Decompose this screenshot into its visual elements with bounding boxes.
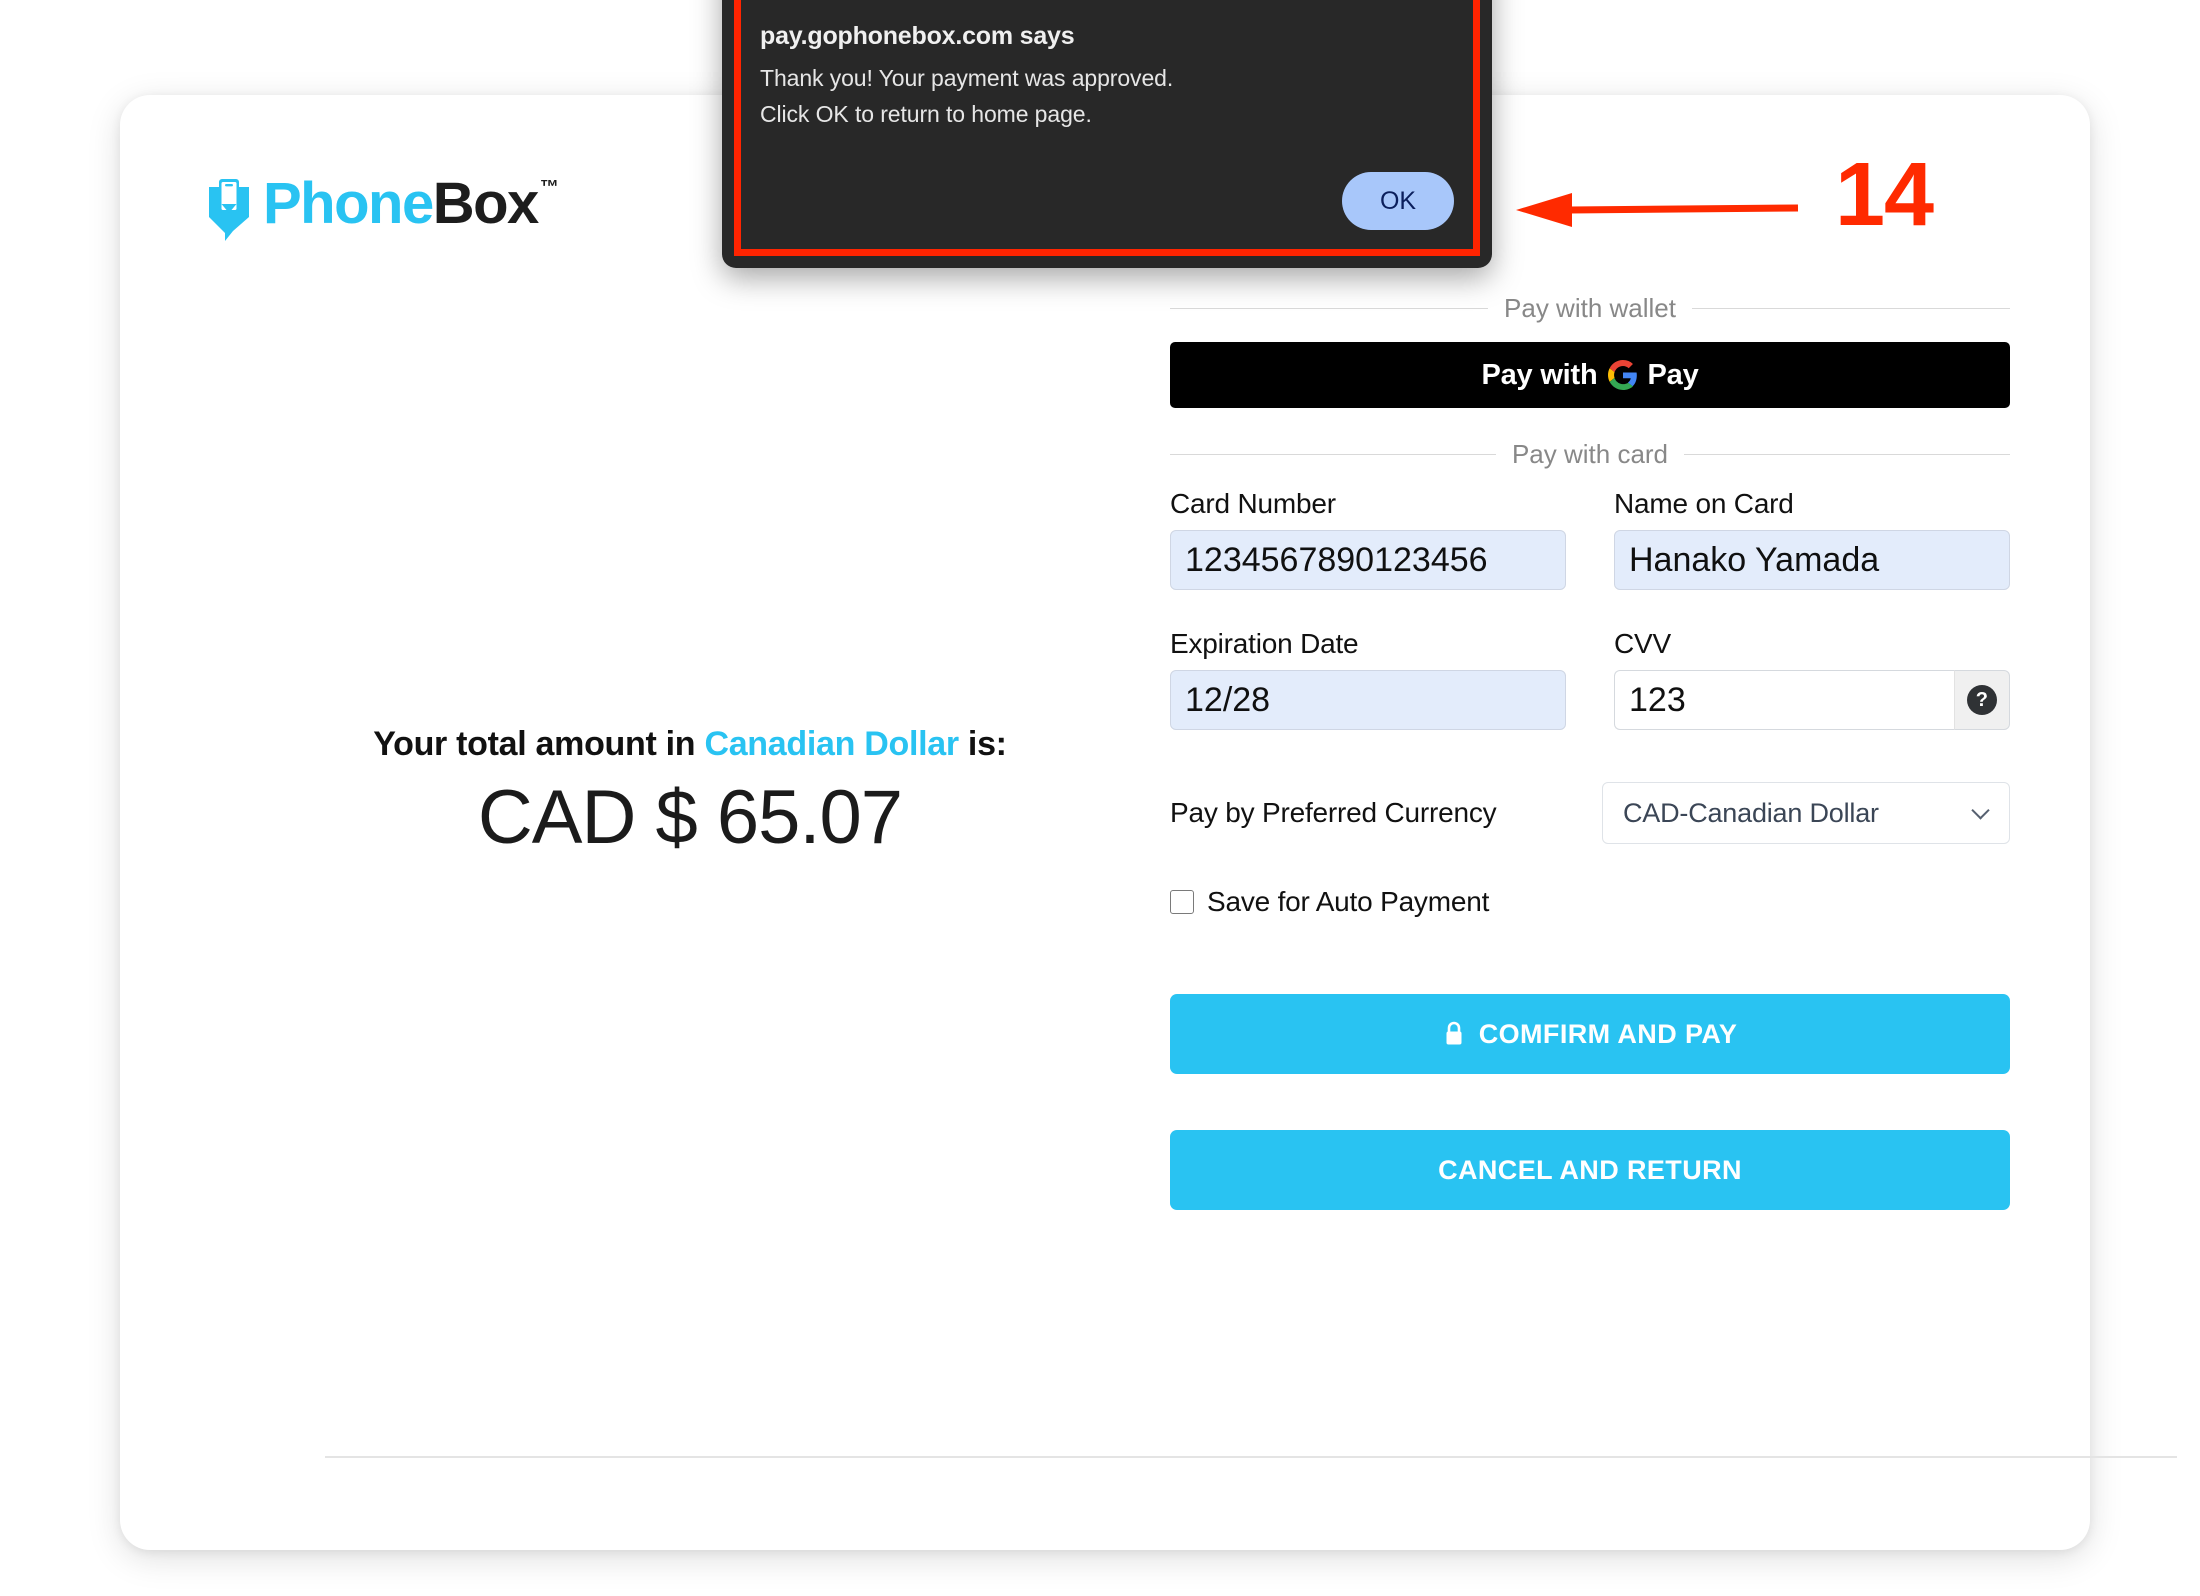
cvv-input[interactable] (1614, 670, 1954, 730)
left-arrow-icon (1516, 193, 1799, 227)
chevron-down-icon (1971, 801, 1990, 820)
total-amount-block: Your total amount in Canadian Dollar is:… (240, 725, 1140, 861)
name-on-card-input[interactable] (1614, 530, 2010, 590)
expiration-label: Expiration Date (1170, 628, 1359, 659)
dialog-message-line-2: Click OK to return to home page. (760, 101, 1092, 127)
total-amount-value: CAD $ 65.07 (477, 775, 903, 860)
wallet-separator-label: Pay with wallet (1488, 293, 1692, 323)
payment-form: Pay with wallet Pay with Pay Pay with ca… (1170, 290, 2010, 1210)
phone-in-speech-bubble-icon (209, 179, 249, 241)
confirm-and-pay-label: COMFIRM AND PAY (1478, 1018, 1738, 1049)
total-prefix: Your total amount in (373, 725, 705, 763)
total-amount-sentence: Your total amount in Canadian Dollar is: (240, 725, 1140, 764)
cvv-help-button[interactable]: ? (1953, 670, 2010, 730)
dialog-message: Thank you! Your payment was approved. Cl… (760, 60, 1173, 132)
logo-wordmark: PhoneBox ™ (263, 171, 559, 249)
dialog-ok-button[interactable]: OK (1342, 172, 1454, 230)
gpay-suffix-label: Pay (1647, 358, 1699, 391)
google-pay-button[interactable]: Pay with Pay (1170, 342, 2010, 408)
name-on-card-field: Name on Card (1614, 488, 2010, 590)
footer-divider (325, 1456, 2177, 1458)
browser-alert-dialog: pay.gophonebox.com says Thank you! Your … (722, 0, 1492, 268)
card-number-field: Card Number (1170, 488, 1566, 590)
card-section-separator: Pay with card (1170, 436, 2010, 472)
google-g-icon (1607, 360, 1637, 390)
expiration-field: Expiration Date (1170, 628, 1566, 730)
preferred-currency-select[interactable]: CAD-Canadian Dollar (1602, 782, 2010, 844)
phonebox-logo[interactable]: PhoneBox ™ (205, 173, 559, 243)
save-auto-payment-label: Save for Auto Payment (1207, 886, 1490, 917)
confirm-and-pay-button[interactable]: COMFIRM AND PAY (1170, 994, 2010, 1074)
expiry-cvv-row: Expiration Date CVV ? (1170, 628, 2010, 730)
card-number-label: Card Number (1170, 488, 1336, 519)
wallet-section-separator: Pay with wallet (1170, 290, 2010, 326)
question-mark-icon: ? (1966, 685, 1997, 715)
cvv-label: CVV (1614, 628, 1671, 659)
dialog-message-line-1: Thank you! Your payment was approved. (760, 65, 1174, 91)
cvv-field: CVV ? (1614, 628, 2010, 730)
preferred-currency-value: CAD-Canadian Dollar (1623, 797, 1879, 828)
expiration-input[interactable] (1170, 670, 1566, 730)
preferred-currency-row: Pay by Preferred Currency CAD-Canadian D… (1170, 782, 2010, 844)
dialog-title: pay.gophonebox.com says (760, 22, 1075, 50)
cvv-input-group: ? (1614, 670, 2010, 730)
logo-trademark: ™ (539, 177, 559, 198)
card-number-input[interactable] (1170, 530, 1566, 590)
save-auto-payment-row: Save for Auto Payment (1170, 886, 2010, 918)
cancel-and-return-button[interactable]: CANCEL AND RETURN (1170, 1130, 2010, 1210)
cancel-and-return-label: CANCEL AND RETURN (1438, 1154, 1742, 1185)
logo-text-phone: Phone (263, 171, 434, 236)
preferred-currency-label: Pay by Preferred Currency (1170, 797, 1497, 828)
screenshot-root: PhoneBox ™ Your total amount in Canadian … (0, 0, 2200, 1596)
lock-icon (1446, 1021, 1462, 1045)
logo-text-box: Box (432, 171, 540, 236)
card-identity-row: Card Number Name on Card (1170, 488, 2010, 590)
total-suffix: is: (958, 725, 1007, 763)
name-on-card-label: Name on Card (1614, 488, 1794, 519)
total-currency-name: Canadian Dollar (704, 725, 959, 763)
save-auto-payment-checkbox[interactable] (1170, 890, 1194, 914)
gpay-prefix-label: Pay with (1481, 358, 1598, 391)
card-separator-label: Pay with card (1495, 439, 1685, 469)
annotation-step-number: 14 (1835, 145, 1934, 245)
